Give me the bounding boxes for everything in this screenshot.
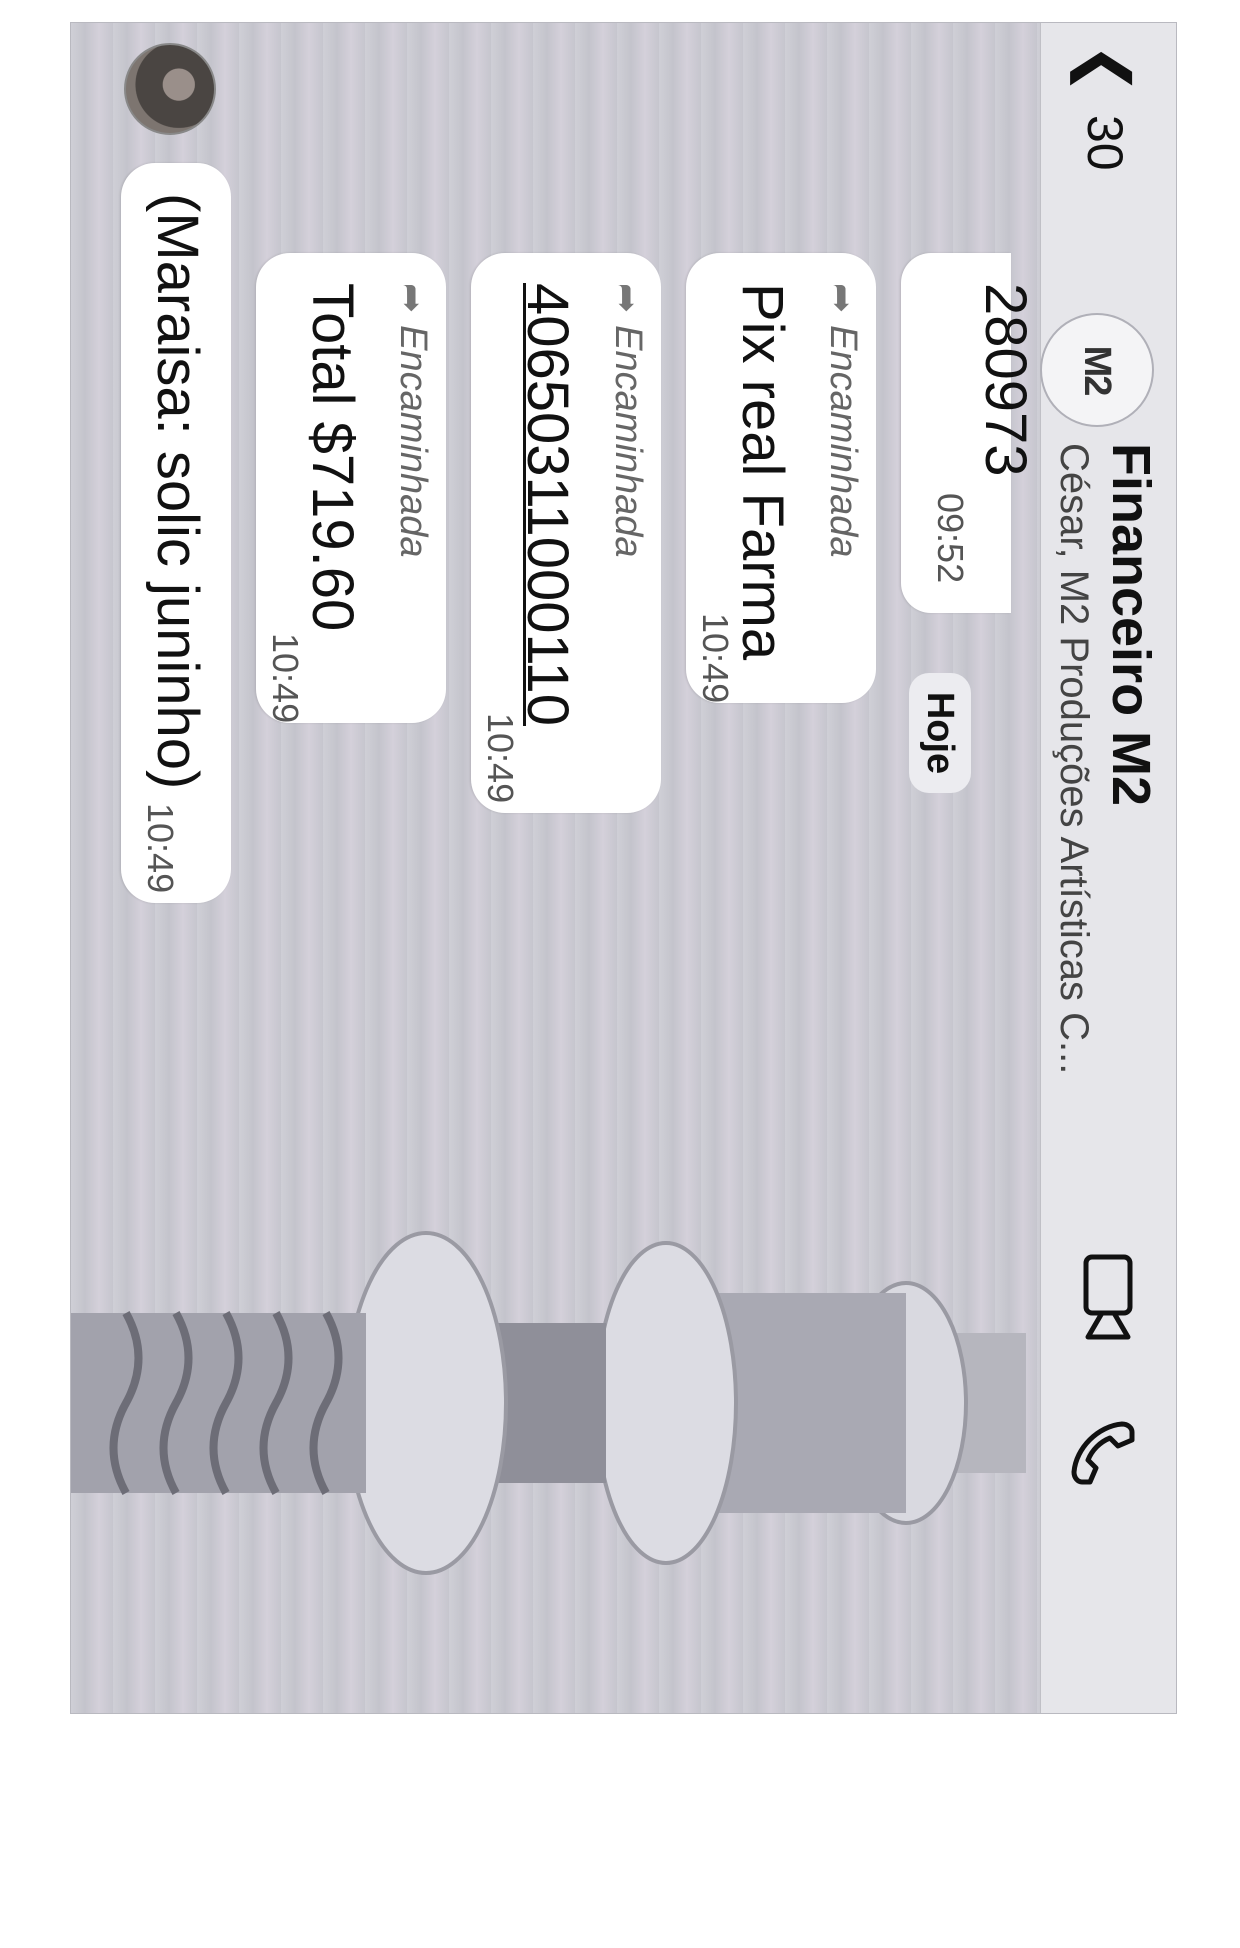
sender-avatar[interactable]: [124, 43, 216, 135]
forward-arrow-icon: ➦: [607, 283, 649, 314]
message-time: 09:52: [930, 493, 971, 584]
group-avatar[interactable]: M2: [1040, 313, 1154, 427]
message-bubble[interactable]: 280973 09:52: [901, 253, 1038, 613]
message-bubble[interactable]: ➦ Encaminhada Pix real Farma 10:49: [686, 253, 876, 703]
message-time: 10:49: [695, 613, 736, 704]
group-members[interactable]: César, M2 Produções Artísticas C...: [1051, 443, 1096, 1074]
forward-arrow-icon: ➦: [822, 283, 864, 314]
message-bubble[interactable]: ➦ Encaminhada Total $719.60 10:49: [256, 253, 446, 723]
video-call-icon[interactable]: [1078, 1253, 1138, 1343]
message-bubble[interactable]: (Maraisa: solic juninho) 10:49: [121, 163, 231, 903]
message-text: 280973: [973, 283, 1038, 477]
chevron-left-icon[interactable]: ❮: [1071, 43, 1140, 95]
message-bubble[interactable]: ➦ Encaminhada 40650311000110 10:49: [471, 253, 661, 813]
wallpaper-tower-illustration: [71, 1231, 1026, 1575]
message-time: 10:49: [140, 803, 181, 894]
phone-screenshot: ❮ 30 M2 Financeiro M2 César, M2 Produçõe…: [70, 22, 1177, 1714]
message-time: 10:49: [480, 713, 521, 804]
message-text: Pix real Farma: [730, 283, 795, 661]
message-text: (Maraisa: solic juninho): [145, 193, 210, 790]
back-unread-count[interactable]: 30: [1076, 115, 1134, 171]
chat-header: ❮ 30 M2 Financeiro M2 César, M2 Produçõe…: [1040, 23, 1176, 1713]
date-separator: Hoje: [909, 673, 971, 793]
forwarded-label: ➦ Encaminhada: [822, 283, 864, 558]
message-link-text[interactable]: 40650311000110: [514, 283, 581, 726]
phone-call-icon[interactable]: [1068, 1418, 1138, 1488]
forwarded-label: ➦ Encaminhada: [392, 283, 434, 558]
group-title[interactable]: Financeiro M2: [1100, 443, 1162, 806]
message-time: 10:49: [265, 633, 306, 724]
message-text: Total $719.60: [300, 283, 365, 632]
forward-arrow-icon: ➦: [392, 283, 434, 314]
chat-window: ❮ 30 M2 Financeiro M2 César, M2 Produçõe…: [71, 23, 1176, 1713]
forwarded-label: ➦ Encaminhada: [607, 283, 649, 558]
